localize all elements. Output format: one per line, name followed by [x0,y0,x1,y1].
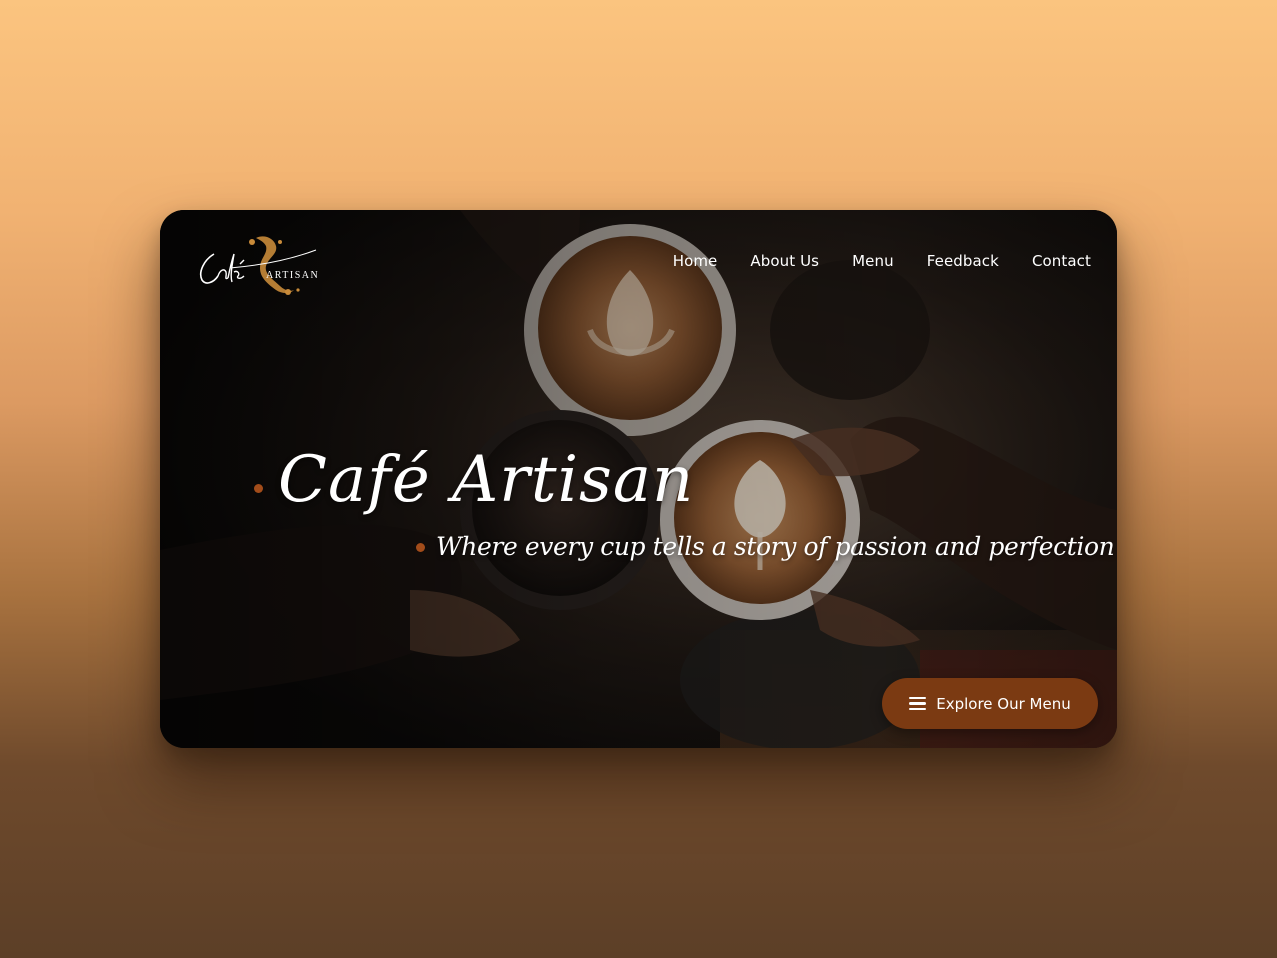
main-nav: Home About Us Menu Feedback Contact [640,252,1091,270]
hero-card: ARTISAN Home About Us Menu Feedback Cont… [160,210,1117,748]
nav-item-feedback[interactable]: Feedback [927,252,999,270]
explore-menu-button[interactable]: Explore Our Menu [882,678,1098,729]
nav-item-home[interactable]: Home [673,252,718,270]
hero-title: Café Artisan [278,443,695,517]
logo-artisan-text: ARTISAN [266,270,319,281]
title-bullet-dot [254,484,263,493]
hamburger-menu-icon [909,696,927,711]
subtitle-bullet-dot [416,543,425,552]
hero-subtitle: Where every cup tells a story of passion… [436,532,1115,561]
explore-menu-label: Explore Our Menu [936,694,1071,713]
nav-item-menu[interactable]: Menu [852,252,894,270]
nav-item-contact[interactable]: Contact [1032,252,1091,270]
nav-item-about-us[interactable]: About Us [750,252,819,270]
cafe-artisan-logo[interactable]: ARTISAN [194,232,324,298]
